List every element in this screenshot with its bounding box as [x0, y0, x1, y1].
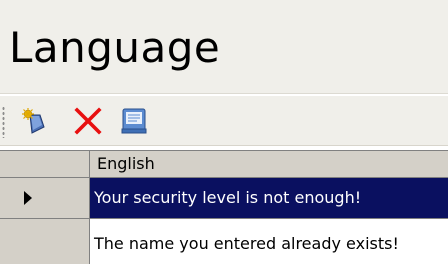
- table-cell-english[interactable]: Your security level is not enough!: [90, 178, 448, 219]
- new-record-icon: [22, 108, 45, 134]
- table-row[interactable]: Your security level is not enough!: [0, 178, 448, 219]
- delete-x-icon: [74, 107, 102, 135]
- toolbar-grip[interactable]: [2, 106, 5, 138]
- row-header[interactable]: [0, 219, 90, 264]
- delete-button[interactable]: [72, 105, 104, 137]
- toolbar: [0, 96, 448, 146]
- language-grid: English Your security level is not enoug…: [0, 150, 448, 264]
- save-form-icon: [121, 108, 147, 134]
- add-record-button[interactable]: [18, 105, 50, 137]
- table-cell-english[interactable]: The name you entered already exists!: [90, 219, 448, 264]
- language-window: Language English Your security level is …: [0, 0, 448, 264]
- table-row[interactable]: The name you entered already exists!: [0, 219, 448, 264]
- page-title: Language: [9, 23, 221, 72]
- grid-header-row: English: [0, 151, 448, 178]
- save-button[interactable]: [118, 105, 150, 137]
- column-header-english[interactable]: English: [90, 151, 448, 178]
- page-header: Language: [0, 0, 448, 94]
- current-row-indicator-icon: [24, 191, 32, 205]
- row-header[interactable]: [0, 178, 90, 219]
- grid-corner-cell[interactable]: [0, 151, 90, 178]
